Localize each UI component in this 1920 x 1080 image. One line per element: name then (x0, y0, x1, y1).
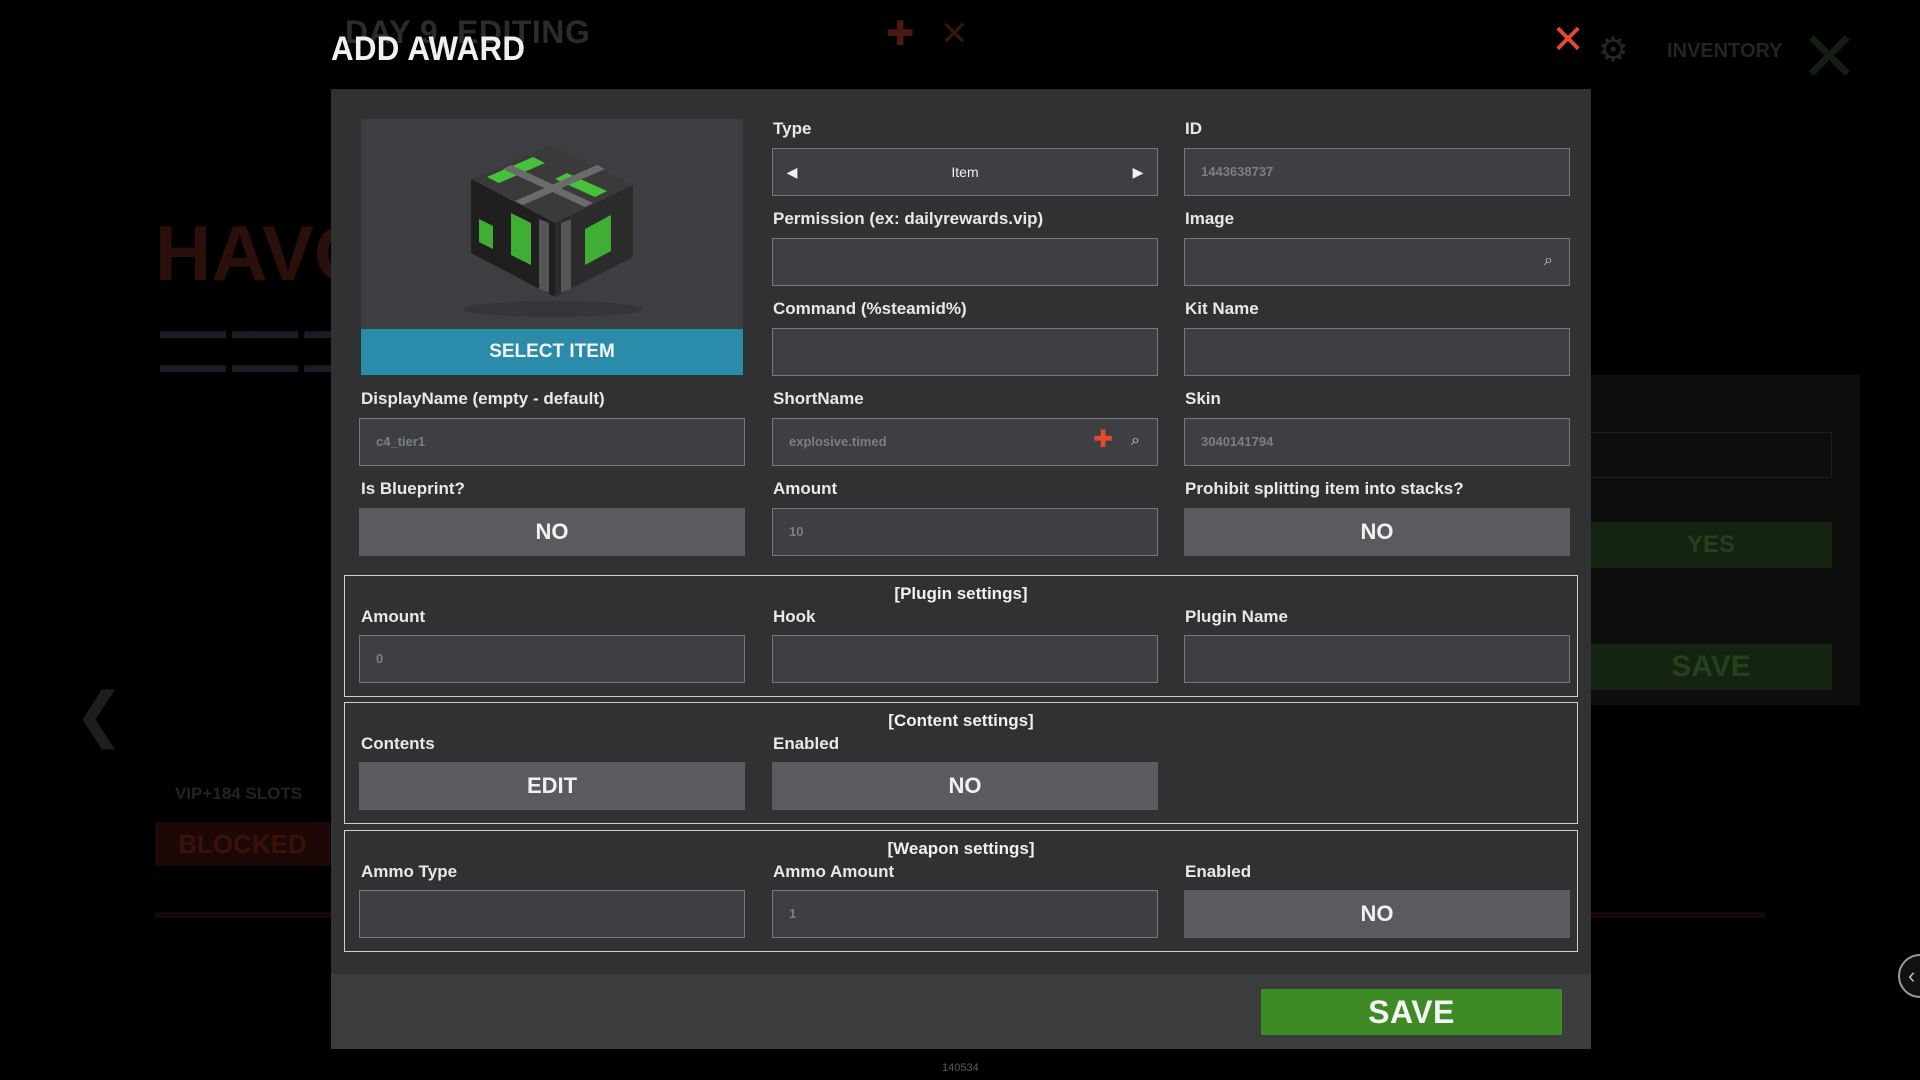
type-label: Type (773, 119, 812, 138)
plugin-name-label: Plugin Name (1185, 607, 1288, 626)
type-value: Item (951, 164, 979, 180)
amount-field[interactable]: 10 (772, 508, 1158, 556)
weapon-enabled-toggle[interactable]: NO (1184, 890, 1570, 938)
plugin-name-field[interactable] (1184, 635, 1570, 683)
plugin-amount-label: Amount (361, 607, 426, 626)
background-close-icon: ✕ (1800, 18, 1859, 96)
ammo-type-field[interactable] (359, 890, 745, 938)
version-label: 140534 (942, 1062, 979, 1074)
display-name-label: DisplayName (empty - default) (361, 389, 605, 408)
select-item-button[interactable]: SELECT ITEM (361, 329, 743, 375)
kit-name-label: Kit Name (1185, 299, 1259, 318)
background-gear-icon: ⚙ (1598, 31, 1629, 69)
background-delete-icon: ✕ (940, 15, 969, 53)
save-button[interactable]: SAVE (1261, 989, 1562, 1035)
add-award-modal: SELECT ITEM Type ◀ Item ▶ ID 1443638737 … (331, 89, 1591, 1049)
background-side-input (1590, 432, 1832, 478)
contents-label: Contents (361, 734, 435, 753)
ammo-type-label: Ammo Type (361, 862, 458, 881)
ammo-amount-label: Ammo Amount (773, 862, 895, 881)
short-name-label: ShortName (773, 389, 864, 408)
weapon-settings-title: [Weapon settings] (887, 839, 1035, 858)
search-icon[interactable]: ⌕ (1131, 432, 1140, 450)
display-name-field[interactable]: c4_tier1 (359, 418, 745, 466)
command-label: Command (%steamid%) (773, 299, 967, 318)
skin-label: Skin (1185, 389, 1221, 408)
content-enabled-toggle[interactable]: NO (772, 762, 1158, 810)
hook-label: Hook (773, 607, 816, 626)
background-prev-arrow-icon: ❮ (74, 681, 125, 748)
content-settings-title: [Content settings] (888, 711, 1034, 730)
plugin-amount-field[interactable]: 0 (359, 635, 745, 683)
skin-field[interactable]: 3040141794 (1184, 418, 1570, 466)
type-selector: ◀ Item ▶ (772, 148, 1158, 196)
close-icon[interactable]: ✕ (1550, 20, 1586, 60)
plus-icon[interactable]: ✚ (1093, 425, 1113, 454)
permission-field[interactable] (772, 238, 1158, 286)
image-field[interactable] (1184, 238, 1570, 286)
c4-item-image (463, 145, 643, 317)
kit-name-field[interactable] (1184, 328, 1570, 376)
permission-label: Permission (ex: dailyrewards.vip) (773, 209, 1044, 228)
hook-field[interactable] (772, 635, 1158, 683)
command-field[interactable] (772, 328, 1158, 376)
is-blueprint-toggle[interactable]: NO (359, 508, 745, 556)
contents-edit-button[interactable]: EDIT (359, 762, 745, 810)
collapse-chevron-icon[interactable]: ‹ (1898, 954, 1920, 998)
weapon-enabled-label: Enabled (1185, 862, 1252, 881)
modal-title: ADD AWARD (331, 30, 526, 68)
background-blocked-badge: BLOCKED (155, 822, 330, 866)
id-label: ID (1185, 119, 1202, 138)
background-inventory-label: INVENTORY (1667, 40, 1783, 62)
background-yes-button: YES (1590, 522, 1832, 568)
image-label: Image (1185, 209, 1235, 228)
content-enabled-label: Enabled (773, 734, 840, 753)
background-save-button: SAVE (1590, 644, 1832, 690)
prohibit-split-label: Prohibit splitting item into stacks? (1185, 479, 1464, 498)
arrow-left-icon[interactable]: ◀ (777, 149, 807, 195)
ammo-amount-field[interactable]: 1 (772, 890, 1158, 938)
plugin-settings-title: [Plugin settings] (894, 584, 1028, 603)
background-vip-label: VIP+184 SLOTS (175, 784, 303, 803)
arrow-right-icon[interactable]: ▶ (1123, 149, 1153, 195)
amount-label: Amount (773, 479, 838, 498)
prohibit-split-toggle[interactable]: NO (1184, 508, 1570, 556)
is-blueprint-label: Is Blueprint? (361, 479, 465, 498)
background-add-icon: ✚ (886, 15, 915, 53)
id-field[interactable]: 1443638737 (1184, 148, 1570, 196)
search-icon[interactable]: ⌕ (1544, 252, 1553, 270)
